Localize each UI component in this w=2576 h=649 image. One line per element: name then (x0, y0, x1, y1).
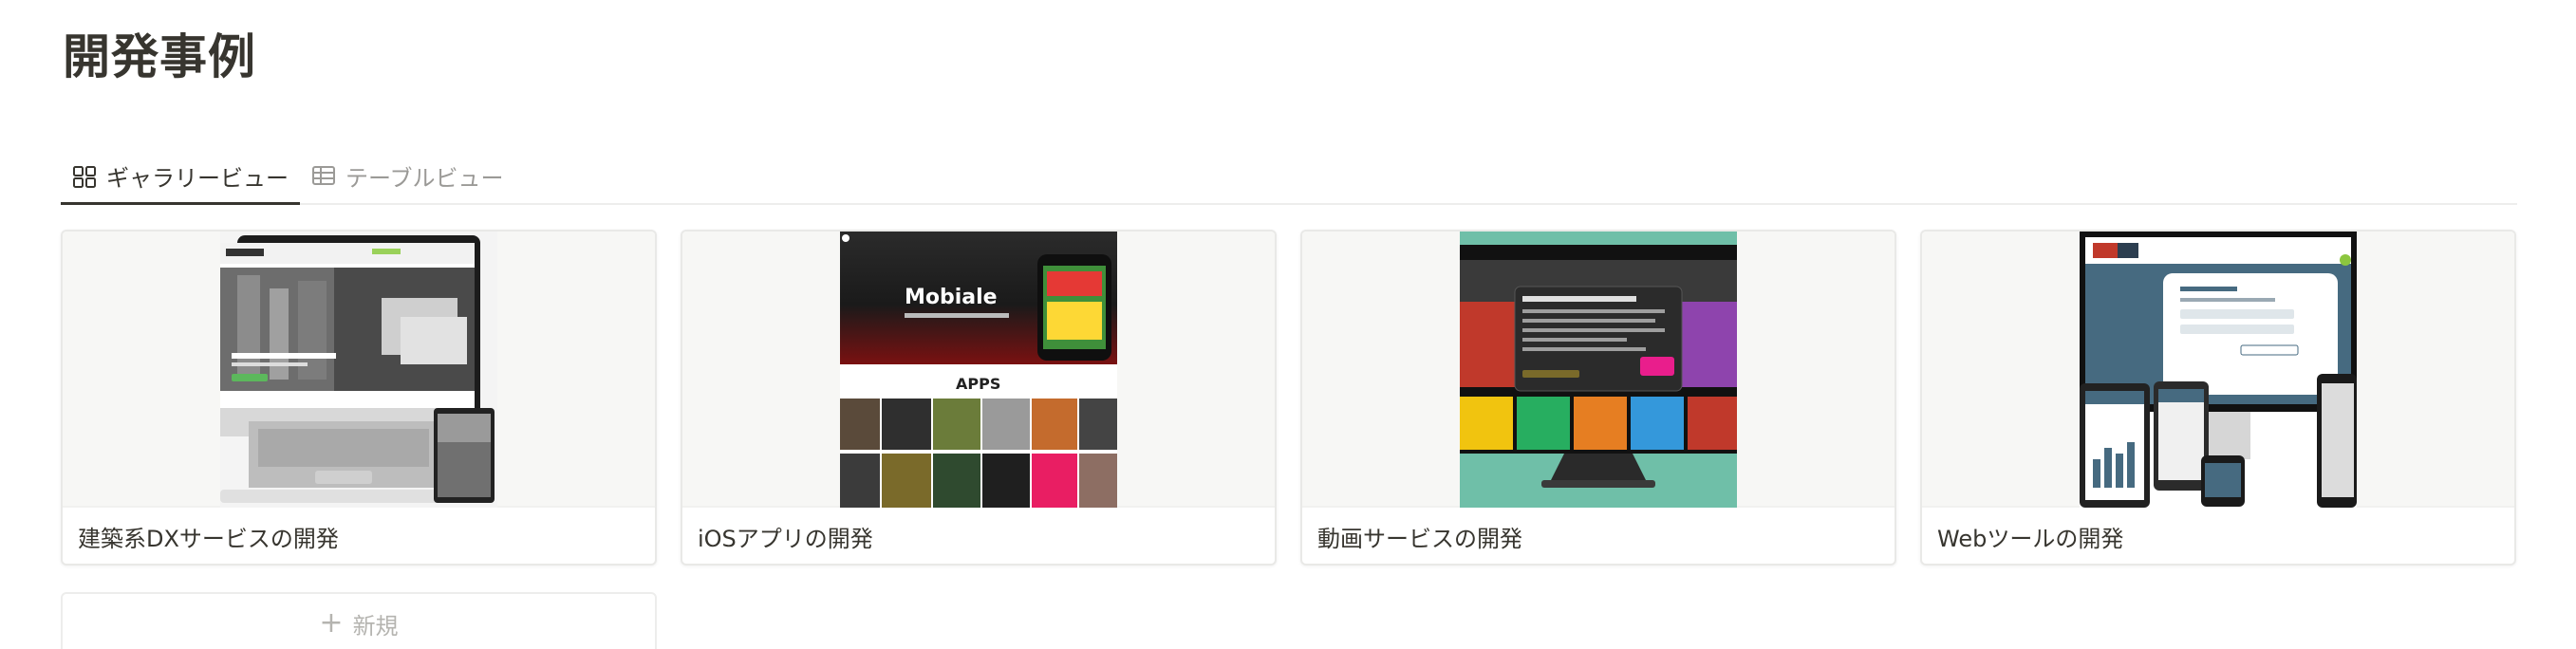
tab-table-label: テーブルビュー (345, 164, 504, 192)
view-tabs: ギャラリービュー テーブルビュー (61, 150, 2517, 205)
laptop-architecture-image (220, 232, 497, 508)
svg-text:Mobiale: Mobiale (905, 286, 998, 309)
gallery-card[interactable]: Webツールの開発 (1920, 230, 2516, 566)
tab-table-view[interactable]: テーブルビュー (300, 148, 515, 203)
card-thumbnail (63, 232, 655, 508)
table-icon (312, 166, 335, 185)
page-title: 開発事例 (63, 29, 256, 84)
card-thumbnail: Mobiale APPS (682, 232, 1275, 508)
card-title: 建築系DXサービスの開発 (78, 526, 339, 552)
card-thumbnail (1922, 232, 2514, 508)
gallery: 建築系DXサービスの開発 Mobiale APPS iOSアプリの開発 動画サー… (61, 230, 2516, 566)
card-title: 動画サービスの開発 (1317, 526, 1522, 552)
video-service-image (1460, 232, 1737, 508)
gallery-card[interactable]: 建築系DXサービスの開発 (61, 230, 657, 566)
gallery-card[interactable]: 動画サービスの開発 (1300, 230, 1896, 566)
new-item-label: 新規 (352, 612, 399, 640)
gallery-card[interactable]: Mobiale APPS iOSアプリの開発 (681, 230, 1277, 566)
web-tool-devices-image (2080, 232, 2357, 508)
plus-icon: + (319, 606, 344, 640)
mobile-app-image: Mobiale APPS (840, 232, 1117, 508)
svg-text:APPS: APPS (956, 375, 1000, 393)
gallery-grid-icon (73, 165, 96, 188)
tab-gallery-label: ギャラリービュー (106, 165, 289, 192)
new-item-button[interactable]: + 新規 (61, 592, 657, 649)
card-title: Webツールの開発 (1937, 526, 2124, 552)
tab-gallery-view[interactable]: ギャラリービュー (61, 150, 300, 205)
card-title: iOSアプリの開発 (698, 526, 873, 552)
card-thumbnail (1302, 232, 1895, 508)
